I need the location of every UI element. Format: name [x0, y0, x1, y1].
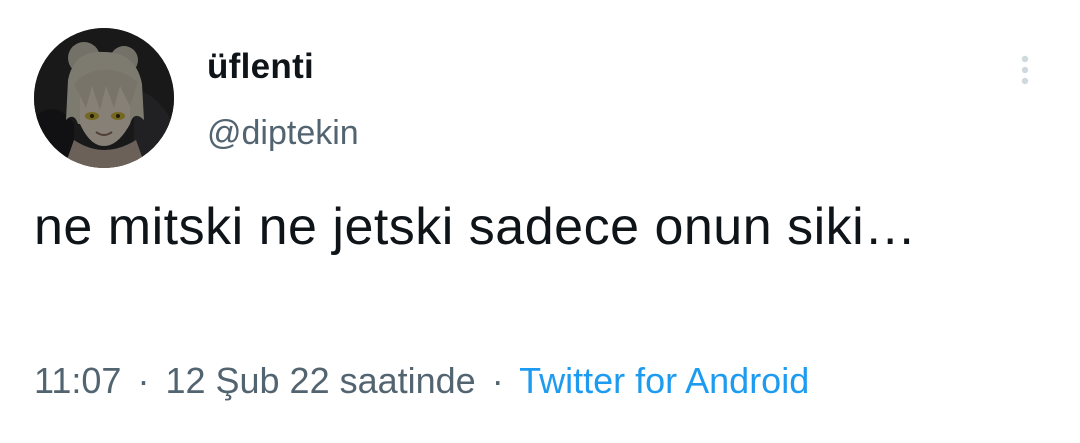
tweet-text: ne mitski ne jetski sadece onun siki… — [34, 198, 917, 256]
user-handle[interactable]: @diptekin — [207, 114, 359, 153]
tweet-card: üflenti @diptekin ne mitski ne jetski sa… — [0, 0, 1080, 443]
tweet-date[interactable]: 12 Şub 22 saatinde — [165, 360, 475, 401]
more-options-button[interactable] — [1008, 50, 1042, 90]
anime-character-avatar-icon — [34, 28, 174, 168]
tweet-metadata: 11:07 · 12 Şub 22 saatinde · Twitter for… — [34, 360, 809, 402]
separator-dot: · — [137, 360, 150, 401]
tweet-time[interactable]: 11:07 — [34, 360, 121, 401]
display-name[interactable]: üflenti — [207, 47, 314, 87]
separator-dot: · — [491, 360, 504, 401]
avatar[interactable] — [34, 28, 174, 168]
tweet-source-link[interactable]: Twitter for Android — [519, 360, 809, 401]
vertical-ellipsis-icon — [1021, 55, 1029, 85]
